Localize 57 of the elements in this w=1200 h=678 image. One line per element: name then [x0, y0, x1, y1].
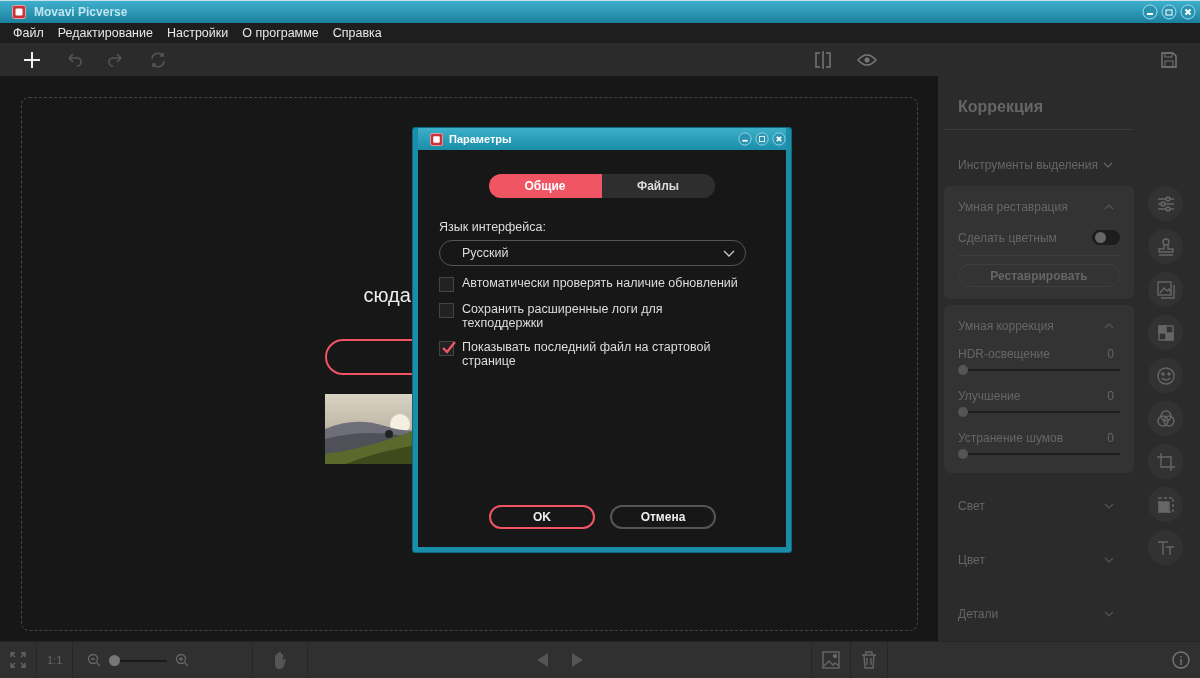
add-icon[interactable] [23, 50, 41, 69]
hand-icon[interactable] [272, 651, 289, 669]
image-icon[interactable] [822, 651, 841, 669]
next-icon[interactable] [570, 653, 583, 667]
cancel-button[interactable]: Отмена [610, 505, 716, 529]
dialog-title: Параметры [449, 133, 512, 145]
toggle-switch[interactable] [1092, 230, 1120, 245]
crop-icon[interactable] [1148, 444, 1183, 479]
undo-icon[interactable] [65, 51, 83, 68]
close-icon[interactable] [1180, 4, 1196, 20]
checkbox-label: Показывать последний файл на стартовой странице [462, 340, 712, 368]
maximize-icon[interactable] [755, 132, 769, 146]
menu-item[interactable]: Настройки [166, 26, 229, 40]
panel-title: Коррекция [944, 76, 1134, 130]
compare-icon[interactable] [813, 50, 833, 69]
close-icon[interactable] [772, 132, 786, 146]
minimize-icon[interactable] [1142, 4, 1158, 20]
window-title: Movavi Picverse [34, 5, 128, 19]
refresh-icon[interactable] [149, 50, 167, 69]
checkbox[interactable] [439, 341, 454, 356]
checkbox-label: Автоматически проверять наличие обновлений [462, 276, 738, 290]
minimize-icon[interactable] [738, 132, 752, 146]
info-icon[interactable] [1172, 651, 1190, 669]
restore-icon[interactable] [1161, 4, 1177, 20]
zoom-out-icon[interactable] [87, 653, 102, 667]
menu-item[interactable]: О программе [242, 26, 319, 40]
drop-subheading: сюда [363, 284, 411, 307]
trash-icon[interactable] [861, 651, 878, 669]
tab[interactable]: Файлы [601, 174, 715, 198]
menu-item[interactable]: Редактирование [57, 26, 153, 40]
slider-thumb[interactable] [958, 449, 968, 459]
checkbox[interactable] [439, 303, 454, 318]
zoom-thumb[interactable] [109, 654, 121, 666]
redo-icon[interactable] [107, 51, 125, 68]
stamp-icon[interactable] [1148, 229, 1183, 264]
menu-item[interactable]: Файл [13, 26, 44, 40]
checkbox[interactable] [439, 277, 454, 292]
field-label: Язык интерфейса: [439, 220, 547, 234]
selection-icon[interactable] [1148, 487, 1183, 522]
slider-thumb[interactable] [958, 365, 968, 375]
circles-icon[interactable] [1148, 401, 1183, 436]
image-icon[interactable] [1148, 272, 1183, 307]
fullscreen-icon[interactable] [10, 652, 26, 668]
checkbox-label: Сохранить расширенные логи для техподдержки [462, 302, 664, 330]
app-logo-icon [430, 132, 443, 146]
app-logo-icon [12, 5, 26, 19]
adjustments-icon[interactable] [1148, 186, 1183, 221]
eye-icon[interactable] [857, 52, 877, 67]
text-icon[interactable] [1148, 530, 1183, 565]
menu-item[interactable]: Справка [332, 26, 382, 40]
previous-icon[interactable] [536, 653, 549, 667]
save-icon[interactable] [1160, 50, 1178, 69]
smiley-icon[interactable] [1148, 358, 1183, 393]
checker-icon[interactable] [1148, 315, 1183, 350]
ok-button[interactable]: OK [489, 505, 595, 529]
slider-thumb[interactable] [958, 407, 968, 417]
zoom-in-icon[interactable] [175, 653, 190, 667]
